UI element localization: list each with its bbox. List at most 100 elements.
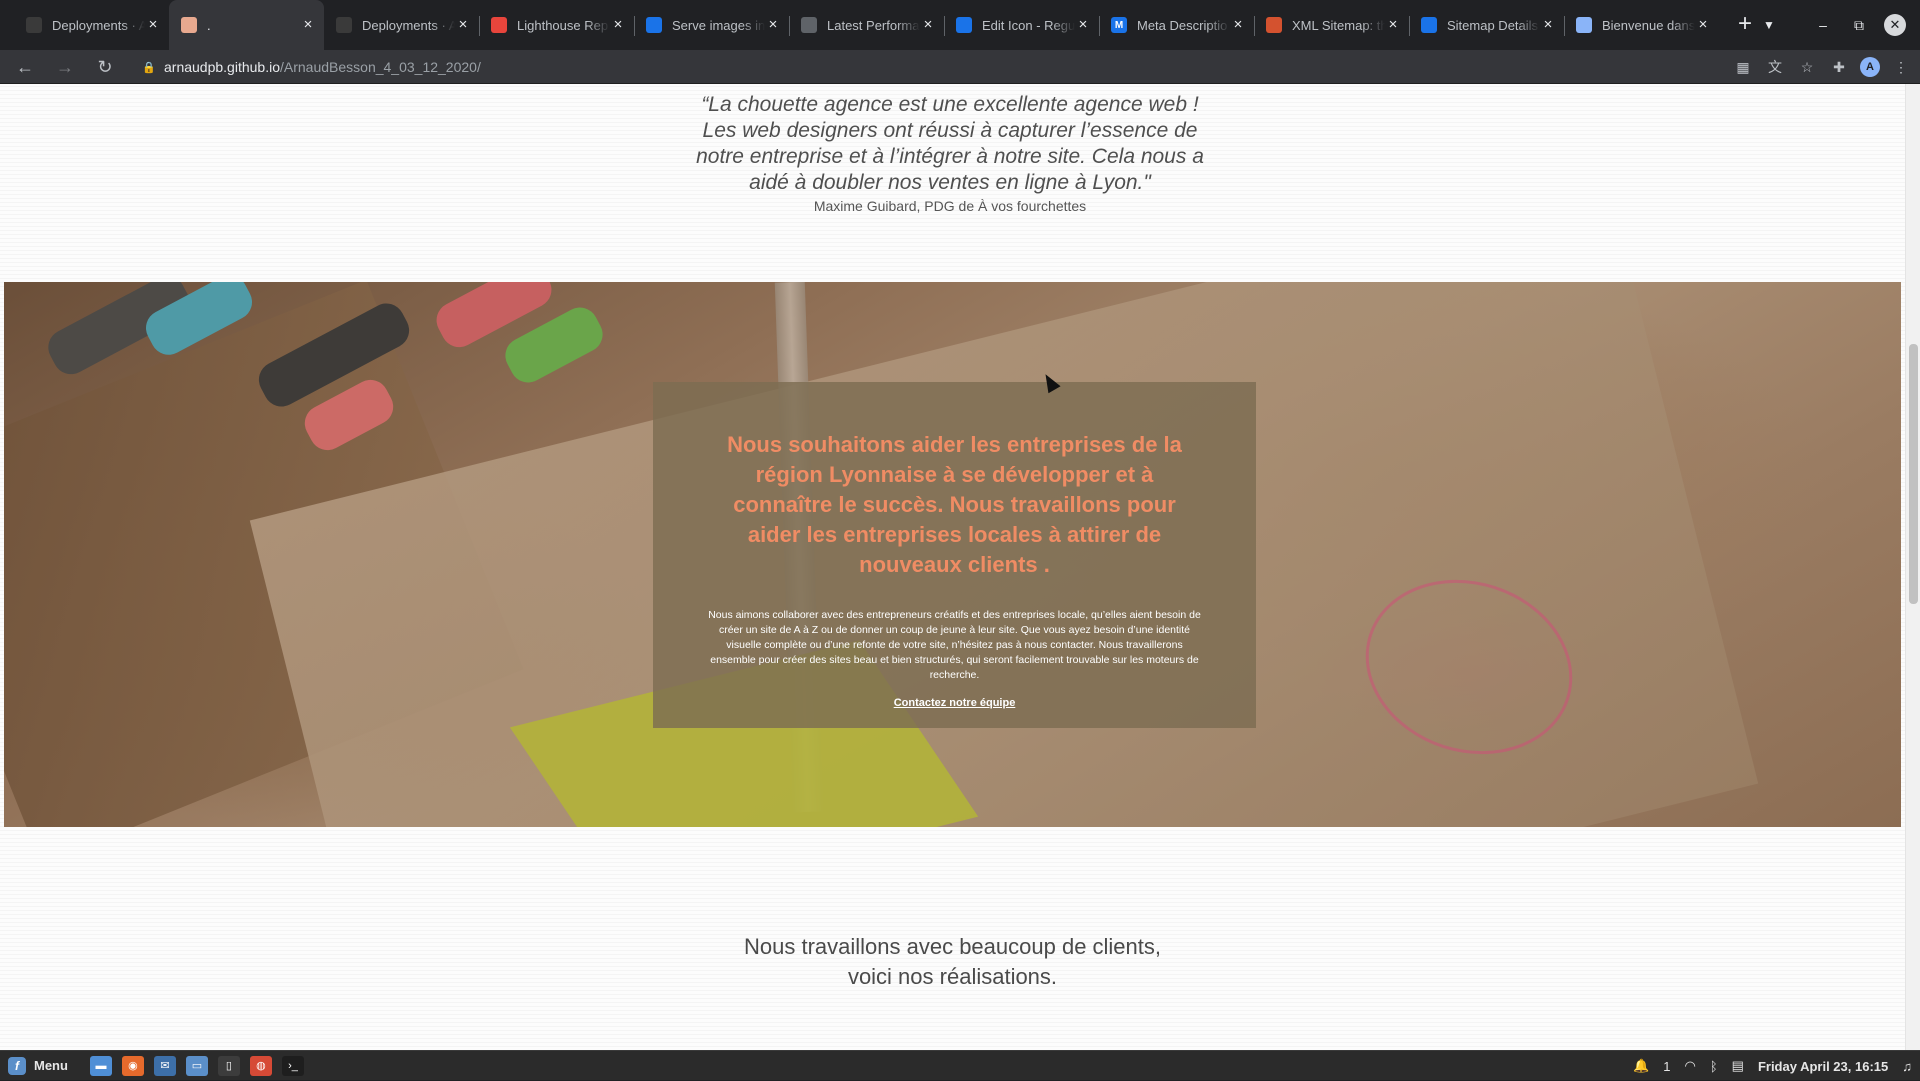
reload-icon[interactable]: ↻ (90, 52, 120, 82)
start-menu-button[interactable]: f Menu (0, 1056, 80, 1075)
tab-favicon-icon (491, 17, 507, 33)
tab-title: Lighthouse Rep (517, 17, 609, 33)
extensions-icon[interactable]: ✚ (1828, 56, 1850, 78)
translate-icon[interactable]: 文 (1764, 56, 1786, 78)
chrome-icon[interactable]: ◍ (249, 1055, 272, 1076)
mint-logo-icon: f (8, 1056, 26, 1075)
browser-tab[interactable]: Sitemap Details × (1409, 0, 1564, 50)
close-window-icon[interactable]: ✕ (1884, 14, 1906, 36)
bookmark-star-icon[interactable]: ☆ (1796, 56, 1818, 78)
notification-icon[interactable]: 🔔 (1633, 1058, 1649, 1074)
browser-tab[interactable]: XML Sitemap: th × (1254, 0, 1409, 50)
url-path: /ArnaudBesson_4_03_12_2020/ (280, 58, 481, 75)
os-taskbar: f Menu ▬ ◉ ✉ ▭ ▯ ◍ ›_ 🔔 1 ◠ ᛒ ▤ Friday A… (0, 1050, 1920, 1080)
clock[interactable]: Friday April 23, 16:15 (1758, 1059, 1888, 1074)
firefox-icon[interactable]: ◉ (121, 1055, 144, 1076)
tab-favicon-icon (1421, 17, 1437, 33)
hero-title: Nous souhaitons aider les entreprises de… (727, 432, 1182, 577)
tab-favicon-icon (26, 17, 42, 33)
forward-icon[interactable]: → (50, 52, 80, 82)
testimonial-section: “La chouette agence est une excellente a… (0, 84, 1905, 282)
terminal-window-icon[interactable]: ›_ (281, 1055, 304, 1076)
browser-tab[interactable]: Edit Icon - Regu × (944, 0, 1099, 50)
testimonial-quote: “La chouette agence est une excellente a… (696, 93, 1204, 194)
tab-close-icon[interactable]: × (1695, 17, 1711, 33)
files-window-icon[interactable]: ▭ (185, 1055, 208, 1076)
scrollbar-thumb[interactable] (1909, 344, 1918, 604)
bluetooth-icon[interactable]: ᛒ (1710, 1059, 1718, 1074)
browser-tab[interactable]: Latest Performa × (789, 0, 944, 50)
contact-team-link[interactable]: Contactez notre équipe (894, 697, 1016, 709)
tab-favicon-icon (181, 17, 197, 33)
qr-code-icon[interactable]: ▦ (1732, 56, 1754, 78)
back-icon[interactable]: ← (10, 52, 40, 82)
tab-close-icon[interactable]: × (1385, 17, 1401, 33)
tab-close-icon[interactable]: × (1540, 17, 1556, 33)
tab-close-icon[interactable]: × (1230, 17, 1246, 33)
tab-title: Deployments · A (52, 17, 145, 33)
tab-close-icon[interactable]: × (455, 17, 471, 33)
tab-close-icon[interactable]: × (610, 17, 626, 33)
tab-favicon-icon (1576, 17, 1592, 33)
browser-tab[interactable]: Lighthouse Rep × (479, 0, 634, 50)
music-note-icon[interactable]: ♫ (1902, 1059, 1912, 1074)
tab-favicon-icon: M (1111, 17, 1127, 33)
browser-toolbar: ← → ↻ 🔒 arnaudpb.github.io /ArnaudBesson… (0, 50, 1920, 84)
page-viewport: “La chouette agence est une excellente a… (0, 84, 1920, 1050)
system-tray: 🔔 1 ◠ ᛒ ▤ Friday April 23, 16:15 ♫ (1633, 1051, 1912, 1081)
tab-search-icon[interactable]: ▼ (1758, 14, 1780, 36)
tab-title: Edit Icon - Regu (982, 17, 1075, 33)
tab-favicon-icon (801, 17, 817, 33)
browser-tab[interactable]: Bienvenue dans × (1564, 0, 1719, 50)
tab-favicon-icon (336, 17, 352, 33)
toolbar-actions: ▦ 文 ☆ ✚ A ⋮ (1732, 50, 1912, 84)
page-scrollbar[interactable] (1905, 84, 1920, 1050)
tab-favicon-icon (1266, 17, 1282, 33)
wifi-icon[interactable]: ◠ (1684, 1058, 1695, 1074)
browser-tab[interactable]: . × (169, 0, 324, 50)
terminal-icon[interactable]: ▯ (217, 1055, 240, 1076)
browser-tab[interactable]: Deployments · A × (324, 0, 479, 50)
tab-title: Deployments · A (362, 17, 455, 33)
tab-close-icon[interactable]: × (765, 17, 781, 33)
tab-favicon-icon (646, 17, 662, 33)
launcher-panel: ▬ ◉ ✉ ▭ ▯ ◍ ›_ (89, 1055, 304, 1076)
tab-strip: Deployments · A ×. × Deployments · A × Lighth… (0, 0, 1920, 50)
tab-title: XML Sitemap: th (1292, 17, 1385, 33)
tab-title: . (207, 17, 211, 33)
notification-count: 1 (1663, 1058, 1671, 1074)
address-bar[interactable]: 🔒 arnaudpb.github.io /ArnaudBesson_4_03_… (130, 53, 1690, 81)
portfolio-heading-line-2: voici nos réalisations. (847, 964, 1058, 989)
more-menu-icon[interactable]: ⋮ (1890, 56, 1912, 78)
tab-title: Sitemap Details (1447, 17, 1539, 33)
minimize-icon[interactable]: – (1812, 14, 1834, 36)
maximize-icon[interactable]: ⧉ (1848, 14, 1870, 36)
tab-close-icon[interactable]: × (1075, 17, 1091, 33)
tab-close-icon[interactable]: × (920, 17, 936, 33)
browser-tab[interactable]: Deployments · A × (14, 0, 169, 50)
browser-tab[interactable]: M Meta Descriptio × (1099, 0, 1254, 50)
clipboard-icon[interactable]: ▤ (1732, 1058, 1744, 1074)
hero-description: Nous aimons collaborer avec des entrepre… (708, 609, 1201, 681)
testimonial-author: Maxime Guibard, PDG de À vos fourchettes (813, 198, 1087, 214)
mail-icon[interactable]: ✉ (153, 1055, 176, 1076)
lock-icon: 🔒 (142, 61, 156, 74)
start-menu-label: Menu (34, 1058, 68, 1073)
window-controls: ▼ – ⧉ ✕ (1758, 0, 1920, 50)
hero-section: Nous souhaitons aider les entreprises de… (4, 282, 1901, 827)
new-tab-icon[interactable]: + (1729, 9, 1761, 41)
tab-title: Bienvenue dans (1602, 17, 1695, 33)
browser-tab[interactable]: Serve images in × (634, 0, 789, 50)
portfolio-heading-line-1: Nous travaillons avec beaucoup de client… (743, 934, 1162, 959)
url-host: arnaudpb.github.io (164, 58, 280, 75)
tab-title: Latest Performa (827, 17, 920, 33)
tab-close-icon[interactable]: × (300, 17, 316, 33)
profile-avatar[interactable]: A (1860, 57, 1880, 77)
file-manager-icon[interactable]: ▬ (89, 1055, 112, 1076)
portfolio-heading: Nous travaillons avec beaucoup de client… (0, 932, 1905, 992)
tab-title: Serve images in (672, 17, 765, 33)
tab-list: Deployments · A ×. × Deployments · A × Lighth… (0, 0, 1761, 50)
hero-text-box: Nous souhaitons aider les entreprises de… (653, 382, 1256, 728)
tab-favicon-icon (956, 17, 972, 33)
tab-close-icon[interactable]: × (145, 17, 161, 33)
